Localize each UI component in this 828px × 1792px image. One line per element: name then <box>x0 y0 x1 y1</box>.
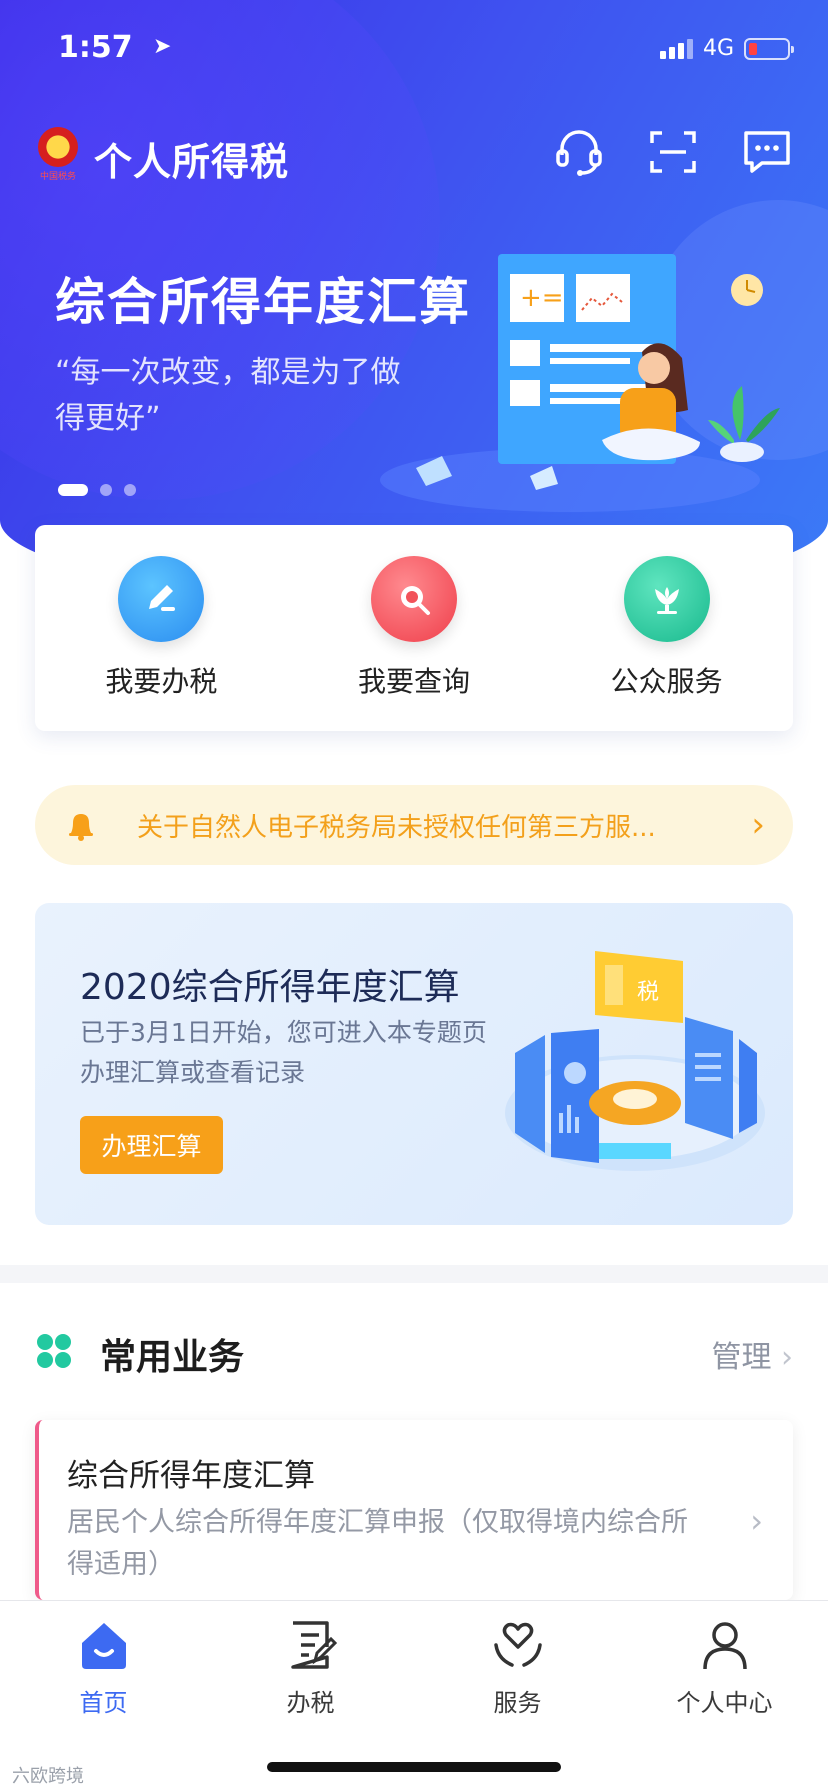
search-icon <box>370 556 457 642</box>
promo-art-label: 税 <box>637 980 659 1005</box>
business-item-description: 居民个人综合所得年度汇算申报（仅取得境内综合所得适用） <box>67 1507 688 1580</box>
signal-icon <box>659 38 693 59</box>
manage-label: 管理 <box>711 1340 772 1375</box>
tab-service[interactable]: 服务 <box>428 1617 608 1718</box>
scan-icon[interactable] <box>646 125 700 179</box>
network-type: 4G <box>702 36 734 61</box>
section-divider <box>0 1265 828 1283</box>
business-item[interactable]: 综合所得年度汇算 居民个人综合所得年度汇算申报（仅取得境内综合所得适用） › <box>35 1420 793 1600</box>
common-business-header: 常用业务 管理 › <box>35 1320 793 1380</box>
status-bar: 1:57 ➤ 4G <box>58 30 794 70</box>
tab-tax[interactable]: 办税 <box>221 1617 401 1718</box>
flower-icon <box>623 556 710 642</box>
promo-card[interactable]: 2020综合所得年度汇算 已于3月1日开始，您可进入本专题页办理汇算或查看记录 … <box>35 903 793 1225</box>
chevron-right-icon: › <box>781 1340 793 1375</box>
tax-emblem-logo: 中国税务 <box>34 127 82 183</box>
banner-subtitle: “每一次改变，都是为了做得更好” <box>55 355 401 436</box>
pager-dot <box>124 484 136 496</box>
watermark: 六欧跨境 <box>12 1766 84 1787</box>
promo-illustration: 税 <box>505 951 765 1171</box>
svg-text:+=: += <box>520 283 564 313</box>
handle-settlement-button[interactable]: 办理汇算 <box>80 1116 223 1174</box>
document-icon <box>290 1621 337 1669</box>
pager-dot <box>100 484 112 496</box>
home-icon <box>81 1623 126 1669</box>
app-title: 个人所得税 <box>94 140 290 184</box>
location-arrow-icon: ➤ <box>153 34 172 59</box>
person-icon <box>702 1622 747 1670</box>
battery-icon <box>744 37 794 60</box>
section-title: 常用业务 <box>100 1337 245 1378</box>
tab-label: 办税 <box>286 1689 335 1717</box>
notice-bar[interactable]: 关于自然人电子税务局未授权任何第三方服... › <box>35 785 793 865</box>
customer-service-icon[interactable] <box>552 125 606 179</box>
chevron-right-icon: › <box>750 1502 763 1540</box>
business-item-title: 综合所得年度汇算 <box>67 1458 315 1494</box>
tab-label: 首页 <box>79 1689 128 1717</box>
quick-actions-card: 我要办税 我要查询 公众服务 <box>35 525 793 731</box>
tab-label: 个人中心 <box>676 1689 773 1717</box>
app-header: 中国税务 个人所得税 <box>34 125 794 185</box>
promo-title: 2020综合所得年度汇算 <box>80 967 460 1008</box>
quick-action-public-service[interactable]: 公众服务 <box>567 556 767 700</box>
tab-label: 服务 <box>493 1689 542 1717</box>
emblem-caption: 中国税务 <box>39 172 76 182</box>
hero-banner[interactable]: 1:57 ➤ 4G 中国税务 个人所得税 综合所得年度汇算 “每一次改变，都是为… <box>0 0 828 600</box>
home-indicator <box>267 1762 561 1772</box>
banner-illustration: += <box>380 254 780 512</box>
pencil-icon <box>118 556 205 642</box>
quick-action-do-tax[interactable]: 我要办税 <box>61 556 261 700</box>
message-icon[interactable] <box>740 125 794 179</box>
notice-text: 关于自然人电子税务局未授权任何第三方服... <box>137 813 656 843</box>
quick-action-query[interactable]: 我要查询 <box>314 556 514 700</box>
quick-action-label: 我要办税 <box>105 665 218 698</box>
pager-dot-active <box>58 484 88 496</box>
tab-home[interactable]: 首页 <box>14 1617 194 1718</box>
promo-description: 已于3月1日开始，您可进入本专题页办理汇算或查看记录 <box>80 1018 487 1087</box>
heart-hands-icon <box>493 1622 542 1667</box>
bell-icon <box>69 814 93 841</box>
status-time: 1:57 <box>58 30 133 65</box>
banner-pager <box>58 484 136 496</box>
manage-link[interactable]: 管理 › <box>711 1332 793 1376</box>
quick-action-label: 我要查询 <box>357 665 470 698</box>
grid-icon <box>37 1334 71 1368</box>
quick-action-label: 公众服务 <box>610 665 723 698</box>
tab-profile[interactable]: 个人中心 <box>635 1617 815 1718</box>
chevron-right-icon: › <box>751 805 765 845</box>
